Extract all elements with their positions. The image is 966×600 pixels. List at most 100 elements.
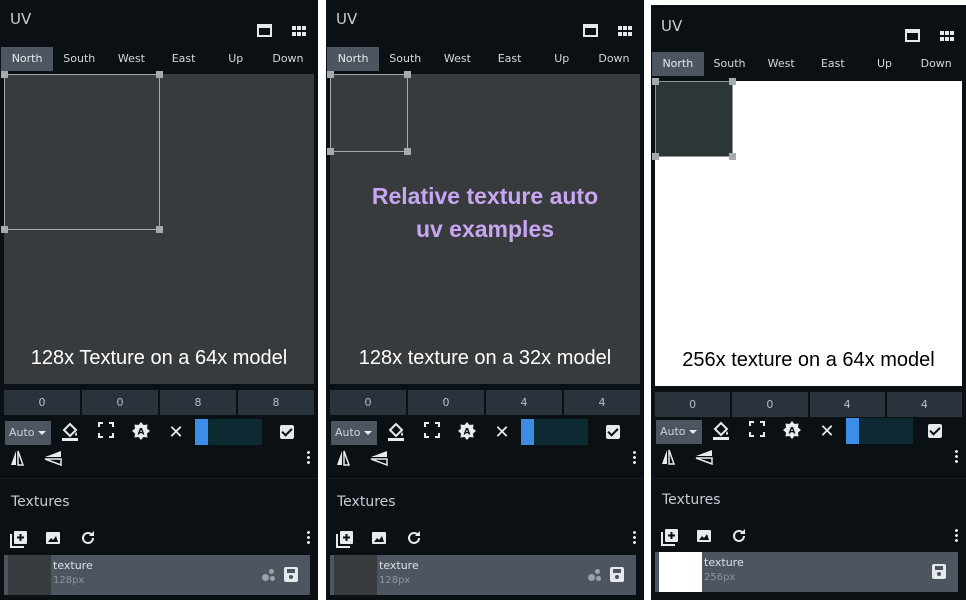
tab-west[interactable]: West <box>105 47 157 71</box>
uv-x-field[interactable]: 0 <box>655 392 731 417</box>
rotation-slider[interactable] <box>195 419 262 445</box>
auto-uv-select[interactable]: Auto <box>5 421 51 445</box>
reload-icon[interactable] <box>731 528 747 548</box>
uv-width-field[interactable]: 4 <box>809 392 885 417</box>
add-texture-icon[interactable] <box>10 530 28 552</box>
uv-height-field[interactable]: 8 <box>238 390 314 415</box>
window-icon[interactable] <box>257 24 272 37</box>
window-icon[interactable] <box>905 29 920 42</box>
close-icon[interactable]: ✕ <box>491 421 513 445</box>
image-icon[interactable] <box>45 530 61 550</box>
resize-handle[interactable] <box>652 153 659 160</box>
checkbox-icon[interactable] <box>928 424 942 438</box>
auto-uv-icon[interactable]: A <box>130 421 152 445</box>
mirror-y-icon[interactable] <box>695 449 713 471</box>
resize-handle[interactable] <box>327 148 334 155</box>
uv-y-field[interactable]: 0 <box>82 390 158 415</box>
uv-height-field[interactable]: 4 <box>564 390 640 415</box>
maximize-icon[interactable] <box>746 420 768 444</box>
tab-down[interactable]: Down <box>910 52 962 76</box>
tab-north[interactable]: North <box>652 52 704 76</box>
texture-list-item[interactable]: texture 256px <box>655 552 958 592</box>
grid-icon[interactable] <box>940 31 954 41</box>
reload-icon[interactable] <box>406 530 422 550</box>
more-vertical-icon[interactable] <box>307 450 310 464</box>
close-icon[interactable]: ✕ <box>816 420 838 444</box>
auto-uv-icon[interactable]: A <box>456 421 478 445</box>
resize-handle[interactable] <box>1 71 8 78</box>
uv-x-field[interactable]: 0 <box>330 390 406 415</box>
uv-y-field[interactable]: 0 <box>408 390 484 415</box>
paint-bucket-icon[interactable] <box>59 421 81 445</box>
auto-uv-icon[interactable]: A <box>781 420 803 444</box>
tab-west[interactable]: West <box>755 52 807 76</box>
image-icon[interactable] <box>371 530 387 550</box>
resize-handle[interactable] <box>327 71 334 78</box>
mirror-y-icon[interactable] <box>370 450 388 472</box>
uv-face-rect[interactable] <box>652 78 736 160</box>
tab-west[interactable]: West <box>431 47 483 71</box>
tab-east[interactable]: East <box>158 47 210 71</box>
tab-north[interactable]: North <box>1 47 54 71</box>
window-icon[interactable] <box>583 24 598 37</box>
save-icon[interactable] <box>932 564 946 579</box>
particle-icon[interactable] <box>262 569 276 581</box>
auto-uv-select[interactable]: Auto <box>331 421 377 445</box>
more-vertical-icon[interactable] <box>633 450 636 464</box>
uv-x-field[interactable]: 0 <box>4 390 80 415</box>
tab-up[interactable]: Up <box>859 52 911 76</box>
uv-y-field[interactable]: 0 <box>732 392 808 417</box>
resize-handle[interactable] <box>404 71 411 78</box>
paint-bucket-icon[interactable] <box>710 420 732 444</box>
close-icon[interactable]: ✕ <box>165 421 187 445</box>
tab-up[interactable]: Up <box>536 47 588 71</box>
more-vertical-icon[interactable] <box>955 528 958 542</box>
uv-canvas[interactable]: 256x texture on a 64x model <box>652 78 962 386</box>
texture-list-item[interactable]: texture 128px <box>4 555 310 595</box>
tab-down[interactable]: Down <box>588 47 640 71</box>
grid-icon[interactable] <box>292 26 306 36</box>
mirror-y-icon[interactable] <box>44 450 62 472</box>
uv-canvas[interactable]: Relative texture auto uv examples 128x t… <box>327 71 640 384</box>
tab-south[interactable]: South <box>53 47 105 71</box>
tab-north[interactable]: North <box>327 47 380 71</box>
mirror-x-icon[interactable] <box>10 450 25 472</box>
more-vertical-icon[interactable] <box>307 530 310 544</box>
image-icon[interactable] <box>696 528 712 548</box>
uv-canvas[interactable]: 128x Texture on a 64x model <box>1 71 314 384</box>
rotation-slider[interactable] <box>521 419 588 445</box>
save-icon[interactable] <box>610 567 624 582</box>
more-vertical-icon[interactable] <box>955 449 958 463</box>
mirror-x-icon[interactable] <box>336 450 351 472</box>
save-icon[interactable] <box>284 567 298 582</box>
texture-list-item[interactable]: texture 128px <box>330 555 636 595</box>
tab-south[interactable]: South <box>704 52 756 76</box>
auto-uv-select[interactable]: Auto <box>656 420 702 444</box>
uv-width-field[interactable]: 4 <box>486 390 562 415</box>
resize-handle[interactable] <box>156 226 163 233</box>
add-texture-icon[interactable] <box>661 528 679 550</box>
mirror-x-icon[interactable] <box>661 449 676 471</box>
maximize-icon[interactable] <box>421 421 443 445</box>
tab-east[interactable]: East <box>484 47 536 71</box>
rotation-slider[interactable] <box>846 418 913 444</box>
tab-down[interactable]: Down <box>262 47 314 71</box>
resize-handle[interactable] <box>729 78 736 85</box>
tab-east[interactable]: East <box>807 52 859 76</box>
maximize-icon[interactable] <box>95 421 117 445</box>
tab-up[interactable]: Up <box>210 47 262 71</box>
paint-bucket-icon[interactable] <box>385 421 407 445</box>
add-texture-icon[interactable] <box>336 530 354 552</box>
grid-icon[interactable] <box>618 26 632 36</box>
reload-icon[interactable] <box>80 530 96 550</box>
checkbox-icon[interactable] <box>606 425 620 439</box>
resize-handle[interactable] <box>1 226 8 233</box>
more-vertical-icon[interactable] <box>633 530 636 544</box>
uv-face-rect[interactable] <box>1 71 163 233</box>
particle-icon[interactable] <box>588 569 602 581</box>
checkbox-icon[interactable] <box>280 425 294 439</box>
resize-handle[interactable] <box>404 148 411 155</box>
resize-handle[interactable] <box>729 153 736 160</box>
uv-height-field[interactable]: 4 <box>886 392 962 417</box>
tab-south[interactable]: South <box>379 47 431 71</box>
